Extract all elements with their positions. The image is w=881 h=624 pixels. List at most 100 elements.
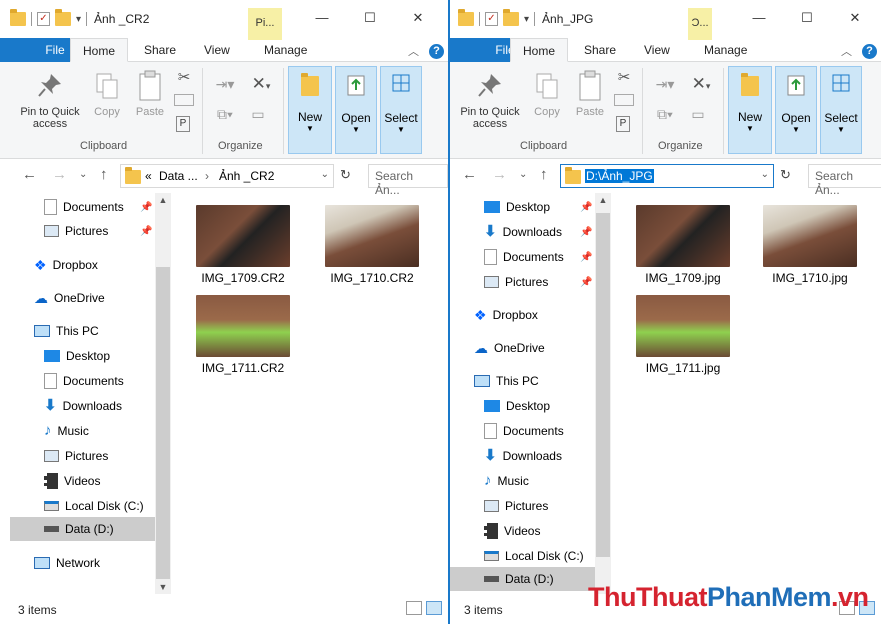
copy-path-icon[interactable] <box>174 94 194 106</box>
nav-item-dropbox[interactable]: ❖ Dropbox <box>34 253 98 277</box>
copy-to-icon[interactable]: ⧉▾ <box>210 106 240 123</box>
search-input[interactable]: Search Ản... <box>808 164 881 197</box>
paste-shortcut-icon[interactable]: P <box>616 116 630 132</box>
address-bar[interactable]: D:\Ảnh_JPG ⌄ <box>560 164 774 188</box>
recent-locations-icon[interactable]: ⌄ <box>79 169 87 180</box>
nav-item-music[interactable]: ♪ Music <box>484 469 529 493</box>
forward-arrow-icon[interactable]: → <box>52 166 67 183</box>
search-input[interactable]: Search Ản... <box>368 164 448 197</box>
picture-tools-tab[interactable]: Pi... <box>248 8 282 40</box>
paste-button[interactable]: Paste <box>131 70 169 118</box>
close-icon[interactable]: ✕ <box>394 10 442 26</box>
refresh-icon[interactable]: ↻ <box>340 167 351 183</box>
minimize-icon[interactable]: — <box>735 10 783 26</box>
pin-to-quick-access-button[interactable]: Pin to Quick access <box>452 72 528 130</box>
file-item[interactable]: IMG_1709.jpg <box>628 195 738 285</box>
nav-item-data-drive[interactable]: Data (D:) <box>10 517 155 541</box>
select-button[interactable]: Select ▼ <box>820 66 862 154</box>
copy-path-icon[interactable] <box>614 94 634 106</box>
nav-item-desktop[interactable]: Desktop <box>44 344 110 368</box>
nav-item-dropbox[interactable]: ❖ Dropbox <box>474 303 538 327</box>
nav-item-onedrive[interactable]: ☁ OneDrive <box>34 286 105 310</box>
nav-item-pictures-quick[interactable]: Pictures <box>44 219 108 243</box>
new-button[interactable]: New ▼ <box>728 66 772 154</box>
help-icon[interactable]: ? <box>429 43 444 59</box>
breadcrumb-overflow[interactable]: « <box>145 169 152 183</box>
nav-item-downloads[interactable]: ⬇ Downloads <box>44 394 122 418</box>
nav-item-this-pc[interactable]: This PC <box>34 319 99 343</box>
minimize-icon[interactable]: — <box>298 10 346 26</box>
address-dropdown-icon[interactable]: ⌄ <box>761 169 769 180</box>
nav-item-videos[interactable]: Videos <box>44 469 100 493</box>
move-to-icon[interactable]: ⇥▾ <box>210 76 240 93</box>
nav-item-desktop[interactable]: Desktop <box>484 394 550 418</box>
nav-item-onedrive[interactable]: ☁ OneDrive <box>474 336 545 360</box>
nav-item-local-disk[interactable]: Local Disk (C:) <box>44 494 144 518</box>
new-folder-icon[interactable] <box>55 9 71 26</box>
nav-item-pictures-quick[interactable]: Pictures <box>484 270 548 294</box>
nav-item-documents-quick[interactable]: Documents <box>44 195 124 219</box>
customize-toolbar-icon[interactable]: ▾ <box>76 14 81 25</box>
new-button[interactable]: New ▼ <box>288 66 332 154</box>
delete-icon[interactable]: ✕▾ <box>686 74 716 94</box>
nav-item-this-pc[interactable]: This PC <box>474 369 539 393</box>
copy-button[interactable]: Copy <box>530 72 564 118</box>
up-arrow-icon[interactable]: ↑ <box>540 166 548 183</box>
tab-share[interactable]: Share <box>584 38 616 62</box>
rename-icon[interactable]: ▭ <box>246 106 270 123</box>
scroll-up-icon[interactable]: ▲ <box>595 195 611 205</box>
nav-item-data-drive[interactable]: Data (D:) <box>450 567 595 591</box>
nav-item-network[interactable]: Network <box>34 551 100 575</box>
copy-button[interactable]: Copy <box>90 72 124 118</box>
large-icons-view-icon[interactable] <box>426 601 442 615</box>
nav-item-pictures[interactable]: Pictures <box>44 444 108 468</box>
pin-to-quick-access-button[interactable]: Pin to Quick access <box>12 72 88 130</box>
delete-icon[interactable]: ✕▾ <box>246 74 276 94</box>
forward-arrow-icon[interactable]: → <box>492 166 507 183</box>
nav-scrollbar[interactable]: ▲ ▼ <box>155 193 171 594</box>
tab-view[interactable]: View <box>644 38 670 62</box>
nav-item-desktop-quick[interactable]: Desktop <box>484 195 550 219</box>
scroll-down-icon[interactable]: ▼ <box>155 582 171 592</box>
nav-item-documents[interactable]: Documents <box>44 369 124 393</box>
file-item[interactable]: IMG_1711.jpg <box>628 285 738 375</box>
details-view-icon[interactable] <box>406 601 422 615</box>
tab-view[interactable]: View <box>204 38 230 62</box>
address-bar[interactable]: « Data ... › Ảnh _CR2 ⌄ <box>120 164 334 188</box>
close-icon[interactable]: ✕ <box>831 10 879 26</box>
refresh-icon[interactable]: ↻ <box>780 167 791 183</box>
picture-tools-tab[interactable]: Ͻ... <box>688 8 712 40</box>
maximize-icon[interactable]: ☐ <box>346 10 394 26</box>
customize-toolbar-icon[interactable]: ▾ <box>524 14 529 25</box>
cut-icon[interactable]: ✂ <box>614 68 634 86</box>
paste-shortcut-icon[interactable]: P <box>176 116 190 132</box>
maximize-icon[interactable]: ☐ <box>783 10 831 26</box>
move-to-icon[interactable]: ⇥▾ <box>650 76 680 93</box>
tab-share[interactable]: Share <box>144 38 176 62</box>
nav-item-pictures[interactable]: Pictures <box>484 494 548 518</box>
nav-item-local-disk[interactable]: Local Disk (C:) <box>484 544 584 568</box>
file-item[interactable]: IMG_1710.CR2 <box>317 195 427 285</box>
breadcrumb-data[interactable]: Data ... <box>159 169 198 183</box>
open-button[interactable]: Open ▼ <box>775 66 817 154</box>
rename-icon[interactable]: ▭ <box>686 106 710 123</box>
scrollbar-thumb[interactable] <box>156 267 170 579</box>
collapse-ribbon-icon[interactable]: ︿ <box>841 43 852 59</box>
nav-item-music[interactable]: ♪ Music <box>44 419 89 443</box>
collapse-ribbon-icon[interactable]: ︿ <box>408 43 419 59</box>
address-dropdown-icon[interactable]: ⌄ <box>321 169 329 180</box>
properties-icon[interactable]: ✓ <box>37 12 50 26</box>
recent-locations-icon[interactable]: ⌄ <box>519 169 527 180</box>
tab-home[interactable]: Home <box>70 38 129 62</box>
nav-item-downloads-quick[interactable]: ⬇ Downloads <box>484 220 562 244</box>
nav-item-documents[interactable]: Documents <box>484 419 564 443</box>
properties-icon[interactable]: ✓ <box>485 12 498 26</box>
help-icon[interactable]: ? <box>862 43 877 59</box>
paste-button[interactable]: Paste <box>571 70 609 118</box>
select-button[interactable]: Select ▼ <box>380 66 422 154</box>
tab-manage[interactable]: Manage <box>704 38 747 62</box>
address-path[interactable]: D:\Ảnh_JPG <box>585 169 654 183</box>
tab-manage[interactable]: Manage <box>264 38 307 62</box>
tab-home[interactable]: Home <box>510 38 569 62</box>
scrollbar-thumb[interactable] <box>596 213 610 557</box>
